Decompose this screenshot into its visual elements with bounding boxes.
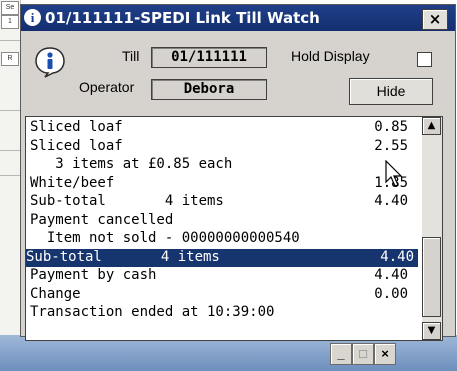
operator-value-field: Debora xyxy=(151,79,267,100)
journal-row[interactable]: Sliced loaf 0.85 xyxy=(30,119,416,137)
dialog-titlebar[interactable]: i 01/111111-SPEDI Link Till Watch × xyxy=(21,5,455,31)
mouse-pointer-icon xyxy=(385,160,403,187)
journal-row-text: Item not sold - 00000000000540 xyxy=(30,230,300,246)
journal-row-text: Sub-total 4 items xyxy=(26,248,220,265)
journal-row[interactable]: Transaction ended at 10:39:00 xyxy=(30,304,416,322)
till-label: Till xyxy=(122,48,140,64)
journal-row[interactable]: White/beef 1.85 xyxy=(30,175,416,193)
close-button[interactable]: × xyxy=(422,9,448,30)
journal-row-text: White/beef xyxy=(30,174,115,191)
till-watch-dialog: i 01/111111-SPEDI Link Till Watch × Till… xyxy=(20,4,456,341)
scrollbar-thumb[interactable] xyxy=(422,237,441,317)
maximize-button[interactable]: □ xyxy=(352,343,374,365)
journal-row[interactable]: Sub-total 4 items 4.40 xyxy=(26,248,418,267)
journal-row-text: Payment by cash xyxy=(30,267,157,283)
journal-row[interactable]: Payment cancelled xyxy=(30,212,416,230)
background-divider xyxy=(0,150,20,151)
hold-display-label: Hold Display xyxy=(291,48,370,64)
journal-row-amount: 0.85 xyxy=(374,119,408,135)
journal-row-amount: 4.40 xyxy=(374,267,408,283)
hold-display-checkbox[interactable] xyxy=(417,52,432,67)
journal-scrollbar[interactable]: ▲ ▼ xyxy=(422,116,443,341)
till-value-field: 01/111111 xyxy=(151,47,267,68)
background-divider xyxy=(0,175,20,176)
journal-row-text: Change xyxy=(30,285,81,302)
journal-row[interactable]: 3 items at £0.85 each xyxy=(30,156,416,174)
journal-row-text: Transaction ended at 10:39:00 xyxy=(30,304,275,320)
journal-row-text: Sliced loaf xyxy=(30,119,123,135)
background-label-2: 1 xyxy=(1,15,19,29)
operator-label: Operator xyxy=(79,79,135,95)
journal-row[interactable]: Payment by cash 4.40 xyxy=(30,267,416,285)
background-app-pane: Se 1 R xyxy=(0,0,21,340)
journal-row-text: Payment cancelled xyxy=(30,211,174,228)
journal-row-amount: 2.55 xyxy=(374,137,408,154)
background-divider xyxy=(0,110,20,111)
app-info-icon: i xyxy=(24,9,41,26)
background-label-3: R xyxy=(1,52,19,66)
journal-row-text: Sub-total 4 items xyxy=(30,193,224,209)
dialog-title: 01/111111-SPEDI Link Till Watch xyxy=(45,9,320,27)
up-arrow-icon[interactable]: ▲ xyxy=(422,117,441,135)
minimize-button[interactable]: _ xyxy=(330,343,352,365)
background-divider xyxy=(0,40,20,41)
background-label-1: Se xyxy=(1,1,19,15)
journal-row-text: 3 items at £0.85 each xyxy=(30,156,233,172)
down-arrow-icon[interactable]: ▼ xyxy=(422,322,441,340)
info-bubble-icon xyxy=(35,47,65,78)
journal-row-amount: 0.00 xyxy=(374,285,408,302)
journal-row[interactable]: Sub-total 4 items 4.40 xyxy=(30,193,416,211)
journal-row[interactable]: Change 0.00 xyxy=(30,286,416,304)
journal-row-amount: 4.40 xyxy=(380,248,414,265)
journal-row-amount: 4.40 xyxy=(374,193,408,209)
transaction-journal-list[interactable]: Sliced loaf 0.85 Sliced loaf 2.55 3 items a… xyxy=(25,116,423,341)
journal-row[interactable]: Item not sold - 00000000000540 xyxy=(30,230,416,248)
background-close-button[interactable]: × xyxy=(374,343,396,365)
journal-row-text: Sliced loaf xyxy=(30,137,123,154)
hide-button[interactable]: Hide xyxy=(349,78,433,105)
journal-row[interactable]: Sliced loaf 2.55 xyxy=(30,138,416,156)
